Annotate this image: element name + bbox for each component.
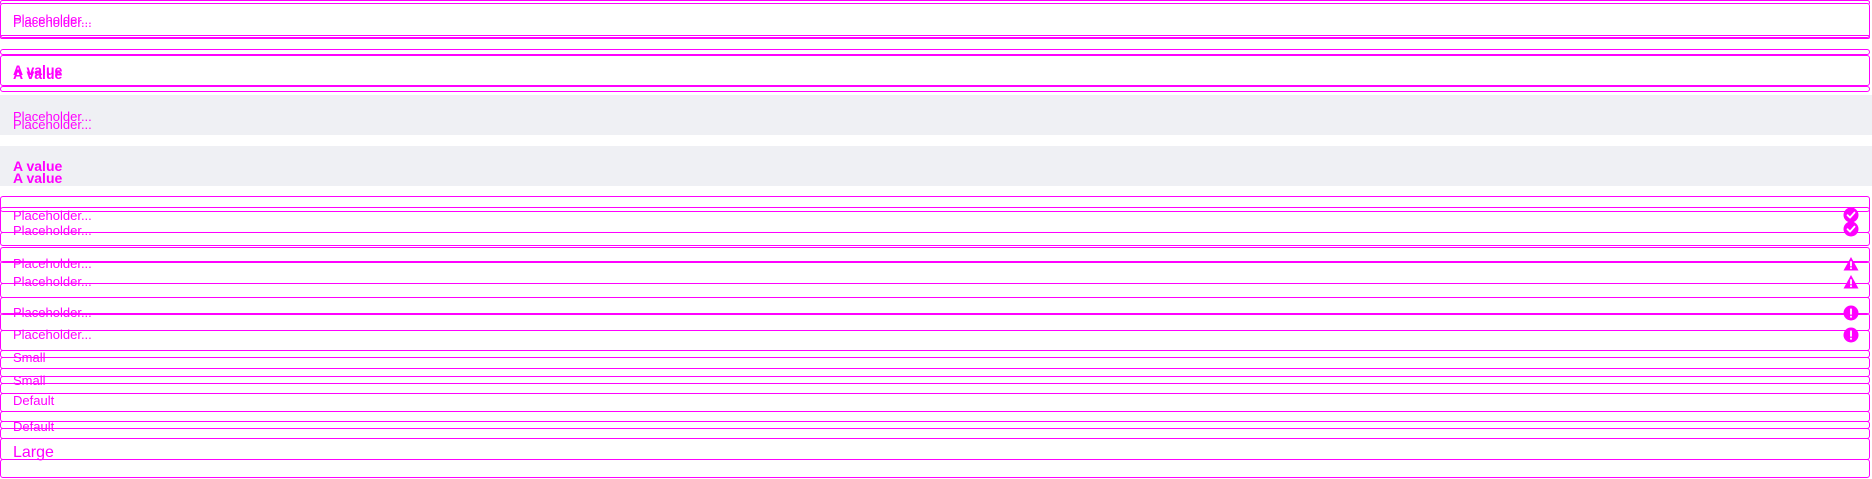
input-placeholder-text: Placeholder... xyxy=(13,305,92,320)
warning-triangle-icon xyxy=(1843,274,1859,290)
input-outline-bottom xyxy=(0,86,1870,92)
outlined-placeholder-input[interactable] xyxy=(0,3,1870,38)
size-label-large: Large xyxy=(13,444,54,461)
input-value-text-overlay: A value xyxy=(13,170,63,186)
input-outline-bottom xyxy=(0,232,1870,246)
error-input[interactable] xyxy=(0,313,1870,331)
input-outline-bottom xyxy=(0,459,1870,478)
input-outline-bottom xyxy=(0,283,1870,298)
text-input-states-sheet: Placeholder... Placeholder... A value A … xyxy=(0,0,1872,479)
exclamation-circle-icon xyxy=(1843,305,1859,321)
input-placeholder-text-overlay: Placeholder... xyxy=(13,274,92,289)
warning-triangle-icon xyxy=(1843,256,1859,272)
input-placeholder-text-overlay: Placeholder... xyxy=(13,15,92,30)
input-placeholder-text-overlay: Placeholder... xyxy=(13,327,92,342)
input-placeholder-text: Placeholder... xyxy=(13,208,92,223)
filled-placeholder-input[interactable] xyxy=(0,95,1872,135)
size-label-default: Default xyxy=(13,393,55,408)
warning-input[interactable] xyxy=(0,261,1870,284)
exclamation-circle-icon xyxy=(1843,327,1859,343)
input-outline-bottom xyxy=(0,35,1870,39)
outlined-value-input[interactable] xyxy=(0,55,1870,86)
input-outline-bottom xyxy=(0,330,1870,351)
check-circle-icon xyxy=(1843,221,1859,237)
input-placeholder-text: Placeholder... xyxy=(13,256,92,271)
input-placeholder-text-overlay: Placeholder... xyxy=(13,223,92,238)
large-size-input[interactable] xyxy=(0,438,1870,460)
success-input[interactable] xyxy=(0,207,1870,233)
input-placeholder-text-overlay: Placeholder... xyxy=(13,117,92,132)
default-size-input[interactable] xyxy=(0,393,1870,412)
filled-value-input[interactable] xyxy=(0,146,1872,186)
input-value-text-overlay: A value xyxy=(13,66,63,82)
size-label-small: Small xyxy=(13,350,46,365)
